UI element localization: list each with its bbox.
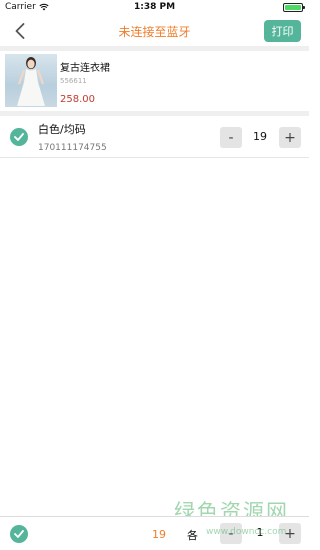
nav-bar: 未连接至蓝牙 打印	[0, 16, 309, 46]
select-all-checkbox[interactable]	[10, 525, 28, 543]
print-button[interactable]: 打印	[264, 20, 301, 42]
sku-barcode: 170111174755	[38, 143, 107, 153]
product-code: 556611	[60, 77, 87, 85]
product-card: 复古连衣裙 556611 258.00	[0, 51, 309, 111]
product-price: 258.00	[60, 94, 95, 105]
dress-model-picture	[17, 57, 45, 106]
sku-select-checkbox[interactable]	[10, 128, 28, 146]
sku-name: 白色/均码	[38, 123, 86, 136]
clock: 1:38 PM	[133, 2, 176, 12]
total-quantity: 19	[152, 528, 166, 541]
quantity-value[interactable]: 19	[243, 130, 277, 143]
sku-row: 白色/均码 170111174755 - 19 +	[0, 116, 309, 158]
increment-button[interactable]: +	[279, 127, 301, 148]
page-title: 未连接至蓝牙	[118, 25, 191, 39]
product-image	[5, 54, 57, 107]
check-icon	[14, 133, 24, 141]
decrement-button[interactable]: -	[220, 127, 242, 148]
product-name: 复古连衣裙	[60, 63, 110, 74]
check-icon	[14, 530, 24, 538]
each-label: 各	[187, 529, 198, 542]
status-bar: Carrier 1:38 PM	[0, 0, 309, 16]
watermark-url: www.downcc.com	[206, 527, 287, 537]
battery-icon	[283, 3, 305, 12]
